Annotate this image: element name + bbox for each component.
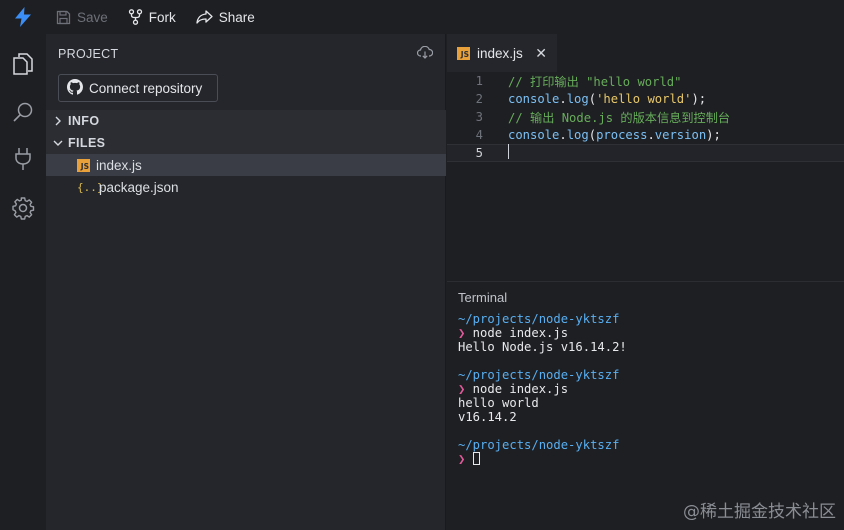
stackblitz-logo-icon[interactable] [0,0,46,34]
code-text: console.log('hello world'); [483,92,706,106]
terminal-panel[interactable]: Terminal ~/projects/node-yktszf ❯ node i… [447,281,844,530]
code-token: process [596,128,648,142]
terminal-line: Hello Node.js v16.14.2! [458,340,627,354]
code-token: console [508,92,560,106]
share-button[interactable]: Share [186,0,265,34]
section-files-label: FILES [68,136,106,150]
sidebar-header: PROJECT [46,34,445,74]
code-token: console [508,128,560,142]
code-token: ); [706,128,721,142]
search-icon[interactable] [0,92,46,132]
fork-button[interactable]: Fork [118,0,186,34]
save-icon [56,10,71,25]
gear-icon[interactable] [0,188,46,228]
chevron-down-icon [52,139,64,147]
cloud-download-icon[interactable] [416,45,434,62]
line-number: 4 [475,128,483,142]
close-icon[interactable]: ✕ [535,45,547,62]
code-token: . [559,128,567,142]
code-editor: JS index.js ✕ 1 // 打印输出 "hello world" 2 … [447,34,844,280]
plug-icon[interactable] [0,139,46,179]
code-token: ( [588,92,597,106]
terminal-path: ~/projects/node-yktszf [458,438,620,452]
connect-repository-label: Connect repository [89,80,203,96]
code-text: console.log(process.version); [483,128,721,142]
code-token: log [566,128,589,142]
file-name: package.json [99,179,179,195]
file-name: index.js [96,157,142,173]
connect-repository-button[interactable]: Connect repository [58,74,218,102]
code-token: ( [588,128,597,142]
terminal-path: ~/projects/node-yktszf [458,368,620,382]
terminal-line: hello world [458,396,539,410]
line-number: 1 [475,74,483,88]
code-token: version [654,128,707,142]
sidebar-title: PROJECT [58,47,119,61]
tab-label: index.js [477,45,523,61]
line-number: 5 [475,146,483,160]
code-token: log [566,92,589,106]
terminal-title: Terminal [458,290,508,305]
js-file-icon: JS [77,158,90,172]
code-text [483,144,509,162]
fork-label: Fork [148,9,176,25]
code-token: . [559,92,567,106]
share-label: Share [218,9,255,25]
code-token: ); [691,92,707,106]
code-line-current: 5 [447,144,844,162]
top-toolbar: Save Fork Share [0,0,844,34]
terminal-output: ~/projects/node-yktszf ❯ node index.js H… [458,312,627,466]
code-comment: // 打印输出 "hello world" [508,75,682,89]
section-info-label: INFO [68,114,100,128]
code-comment: // 输出 Node.js 的版本信息到控制台 [508,111,731,125]
terminal-command: node index.js [465,382,569,396]
terminal-cursor [472,452,480,465]
code-line: 4 console.log(process.version); [447,126,844,144]
chevron-right-icon [52,116,64,126]
project-sidebar: PROJECT Connect repository INFO FILES JS… [46,34,446,530]
prompt-icon: ❯ [458,452,466,466]
line-number: 3 [475,110,483,124]
section-info[interactable]: INFO [46,110,446,132]
js-file-icon: JS [457,46,470,60]
files-icon[interactable] [0,44,46,84]
file-item-index-js[interactable]: JS index.js [46,154,446,176]
code-token: . [647,128,655,142]
editor-tabs: JS index.js ✕ [447,34,844,72]
github-icon [67,78,83,98]
code-token: 'hello world' [596,92,692,106]
activity-bar [0,34,46,530]
save-button[interactable]: Save [46,0,118,34]
save-label: Save [77,9,108,25]
json-file-icon: {..} [77,180,104,194]
tab-index-js[interactable]: JS index.js ✕ [447,34,557,72]
share-icon [196,10,213,24]
code-area[interactable]: 1 // 打印输出 "hello world" 2 console.log('h… [447,72,844,162]
section-files[interactable]: FILES [46,132,446,154]
code-line: 1 // 打印输出 "hello world" [447,72,844,90]
fork-icon [128,9,143,25]
code-line: 3 // 输出 Node.js 的版本信息到控制台 [447,108,844,126]
watermark: @稀土掘金技术社区 [683,502,836,522]
terminal-path: ~/projects/node-yktszf [458,312,620,326]
code-line: 2 console.log('hello world'); [447,90,844,108]
terminal-line: v16.14.2 [458,410,517,424]
text-cursor [508,144,509,159]
terminal-command: node index.js [465,326,569,340]
file-item-package-json[interactable]: {..} package.json [46,176,446,198]
line-number: 2 [475,92,483,106]
